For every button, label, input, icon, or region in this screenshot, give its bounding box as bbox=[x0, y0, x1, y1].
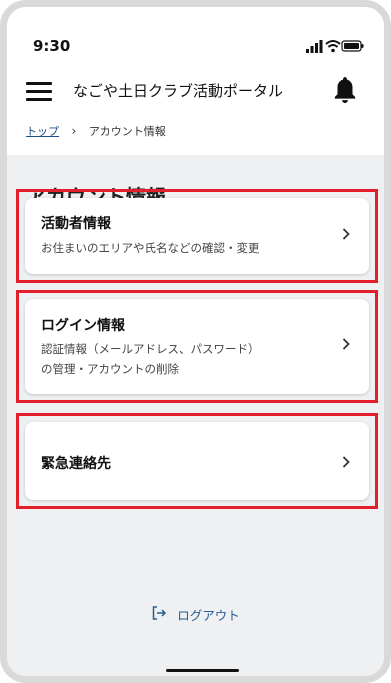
status-time: 9:30 bbox=[33, 37, 71, 55]
logout-icon bbox=[152, 606, 167, 620]
chevron-right-icon bbox=[342, 338, 350, 350]
card-title: 緊急連絡先 bbox=[41, 456, 111, 472]
logout-label: ログアウト bbox=[177, 608, 240, 623]
breadcrumb-home-link[interactable]: トップ bbox=[26, 125, 59, 138]
chevron-right-icon bbox=[342, 456, 350, 468]
card-description: お住まいのエリアや氏名などの確認・変更 bbox=[41, 241, 260, 255]
menu-icon[interactable] bbox=[26, 82, 52, 102]
card-activity-info[interactable]: 活動者情報 お住まいのエリアや氏名などの確認・変更 bbox=[25, 198, 369, 274]
main-content: アカウント情報 活動者情報 お住まいのエリアや氏名などの確認・変更 ログイン情報… bbox=[7, 155, 384, 676]
status-icons bbox=[306, 40, 364, 53]
logout-button[interactable]: ログアウト bbox=[7, 605, 384, 624]
highlight-frame: 緊急連絡先 bbox=[16, 413, 378, 509]
highlight-frame: 活動者情報 お住まいのエリアや氏名などの確認・変更 bbox=[16, 189, 378, 283]
bell-icon[interactable] bbox=[332, 75, 358, 105]
phone-frame: 9:30 なごや土日クラブ活動ポータル トップ › アカウント情報 アカウント情… bbox=[0, 0, 391, 683]
status-bar: 9:30 bbox=[7, 7, 384, 59]
card-emergency-contact[interactable]: 緊急連絡先 bbox=[25, 422, 369, 500]
home-indicator bbox=[166, 669, 239, 672]
chevron-right-icon bbox=[342, 228, 350, 240]
card-description-line-1: 認証情報（メールアドレス、パスワード） bbox=[41, 342, 260, 356]
card-title: 活動者情報 bbox=[41, 216, 111, 232]
battery-icon bbox=[341, 40, 364, 52]
breadcrumb-current: アカウント情報 bbox=[88, 125, 166, 138]
breadcrumb: トップ › アカウント情報 bbox=[26, 123, 166, 139]
app-title: なごや土日クラブ活動ポータル bbox=[73, 82, 284, 100]
signal-icon bbox=[306, 40, 323, 53]
highlight-frame: ログイン情報 認証情報（メールアドレス、パスワード） の管理・アカウントの削除 bbox=[16, 290, 378, 403]
card-description-line-2: の管理・アカウントの削除 bbox=[41, 362, 179, 376]
card-login-info[interactable]: ログイン情報 認証情報（メールアドレス、パスワード） の管理・アカウントの削除 bbox=[25, 299, 369, 394]
app-header: なごや土日クラブ活動ポータル bbox=[7, 63, 384, 115]
breadcrumb-separator: › bbox=[71, 124, 77, 138]
wifi-icon bbox=[325, 40, 341, 53]
card-title: ログイン情報 bbox=[41, 318, 125, 334]
